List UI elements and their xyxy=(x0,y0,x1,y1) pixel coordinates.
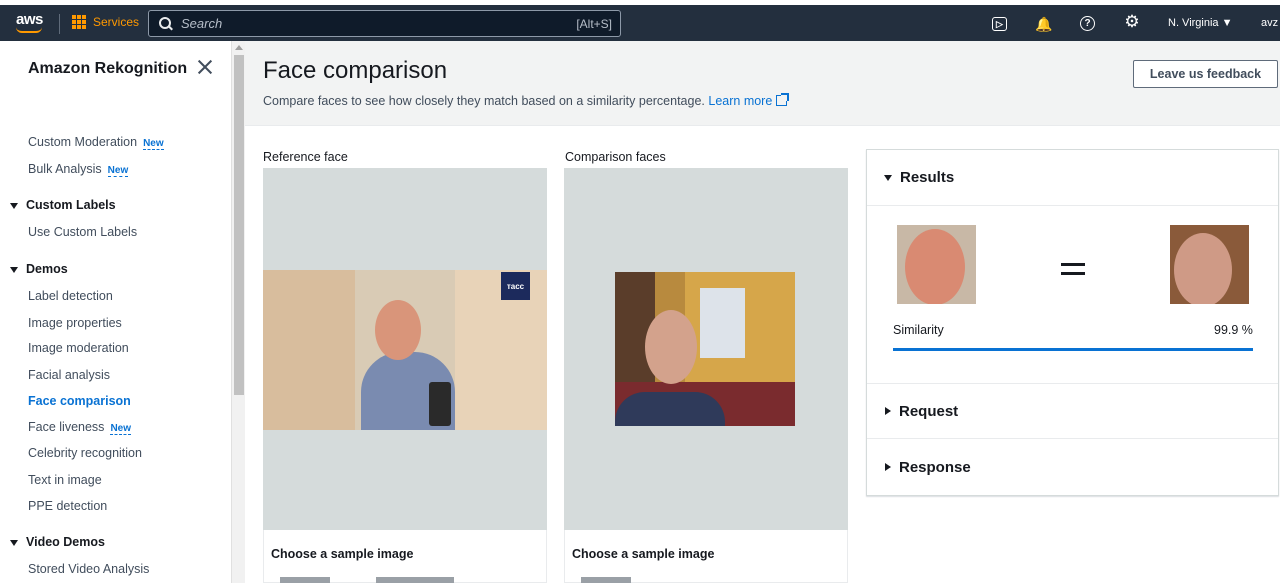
sidebar-item-bulk-analysis[interactable]: Bulk Analysis New xyxy=(28,162,129,177)
results-panel: Results Similarity 99.9 % Request Respon… xyxy=(866,149,1279,496)
section-label: Video Demos xyxy=(26,535,105,549)
scroll-up-arrow-icon[interactable] xyxy=(235,45,243,50)
comparison-face-crop xyxy=(1170,225,1249,304)
new-badge: New xyxy=(143,138,164,150)
sample-thumbnail[interactable] xyxy=(376,577,454,583)
sample-thumbnail[interactable] xyxy=(581,577,631,583)
reference-sample-chooser: Choose a sample image xyxy=(263,530,547,583)
comparison-image-panel xyxy=(564,168,848,530)
caret-down-icon xyxy=(10,202,18,209)
sample-thumbnail[interactable] xyxy=(280,577,330,583)
section-label: Demos xyxy=(26,262,68,276)
sidebar-item-face-comparison[interactable]: Face comparison xyxy=(28,394,131,408)
scrollbar-thumb[interactable] xyxy=(234,55,244,395)
search-icon xyxy=(159,16,173,31)
external-link-icon xyxy=(776,93,790,106)
caret-right-icon xyxy=(885,463,891,471)
aws-smile-icon xyxy=(16,27,42,33)
side-navigation: Amazon Rekognition Custom Moderation New … xyxy=(0,41,231,583)
learn-more-label: Learn more xyxy=(708,94,773,108)
response-section-header[interactable]: Response xyxy=(867,439,1278,495)
request-section-header[interactable]: Request xyxy=(867,383,1278,439)
search-input[interactable] xyxy=(181,16,577,31)
top-navigation-bar: aws Services [Alt+S] ▷ 🔔 ? ⚙ N. Virginia… xyxy=(0,0,1280,41)
sample-title: Choose a sample image xyxy=(271,547,414,561)
aws-logo-text: aws xyxy=(16,11,43,28)
sidebar-item-face-liveness[interactable]: Face liveness New xyxy=(28,420,131,435)
reference-photo: тасс xyxy=(263,270,547,430)
results-title: Results xyxy=(900,169,955,186)
notifications-bell-icon[interactable]: 🔔 xyxy=(1035,16,1052,32)
similarity-label: Similarity xyxy=(893,323,944,337)
response-label: Response xyxy=(899,458,971,476)
sidebar-item-celebrity-recognition[interactable]: Celebrity recognition xyxy=(28,446,142,460)
comparison-faces-label: Comparison faces xyxy=(565,150,666,164)
account-menu[interactable]: avz xyxy=(1261,17,1278,29)
caret-right-icon xyxy=(885,407,891,415)
sidebar-item-image-properties[interactable]: Image properties xyxy=(28,316,122,330)
equals-icon xyxy=(1061,263,1085,277)
similarity-progress-fill xyxy=(893,348,1253,351)
comparison-sample-chooser: Choose a sample image xyxy=(564,530,848,583)
sidebar-item-label-detection[interactable]: Label detection xyxy=(28,289,113,303)
services-menu-button[interactable]: Services xyxy=(72,15,139,29)
sidebar-section-custom-labels[interactable]: Custom Labels xyxy=(10,198,116,212)
search-box[interactable]: [Alt+S] xyxy=(148,10,621,37)
caret-down-icon xyxy=(10,539,18,546)
grid-icon xyxy=(72,15,86,29)
sidebar-item-label: Bulk Analysis xyxy=(28,162,102,176)
description-text: Compare faces to see how closely they ma… xyxy=(263,94,705,108)
main-content: Face comparison Compare faces to see how… xyxy=(245,41,1280,583)
services-label: Services xyxy=(93,15,140,29)
new-badge: New xyxy=(110,423,131,435)
similarity-progress-bar xyxy=(893,348,1253,351)
cloudshell-icon[interactable]: ▷ xyxy=(992,17,1007,31)
reference-face-crop xyxy=(897,225,976,304)
nav-divider xyxy=(59,14,60,34)
page-header: Face comparison Compare faces to see how… xyxy=(245,41,1280,126)
page-description: Compare faces to see how closely they ma… xyxy=(263,93,790,108)
reference-face-label: Reference face xyxy=(263,150,348,164)
caret-down-icon xyxy=(884,174,892,181)
page-title: Face comparison xyxy=(263,57,448,84)
sidebar-item-use-custom-labels[interactable]: Use Custom Labels xyxy=(28,225,137,239)
sidebar-item-ppe-detection[interactable]: PPE detection xyxy=(28,499,107,513)
sidebar-scrollbar[interactable] xyxy=(231,41,245,583)
sidebar-item-image-moderation[interactable]: Image moderation xyxy=(28,341,129,355)
sidebar-item-facial-analysis[interactable]: Facial analysis xyxy=(28,368,110,382)
request-label: Request xyxy=(899,402,959,420)
results-section-header[interactable]: Results xyxy=(867,150,1278,206)
help-icon[interactable]: ? xyxy=(1080,16,1095,31)
sidebar-section-demos[interactable]: Demos xyxy=(10,262,68,276)
reference-image-panel: тасс xyxy=(263,168,547,530)
sidebar-item-label: Face liveness xyxy=(28,420,105,434)
sample-title: Choose a sample image xyxy=(572,547,715,561)
sidebar-title: Amazon Rekognition xyxy=(28,60,188,77)
close-icon[interactable] xyxy=(197,59,213,75)
leave-feedback-button[interactable]: Leave us feedback xyxy=(1133,60,1278,88)
section-label: Custom Labels xyxy=(26,198,116,212)
caret-down-icon xyxy=(10,266,18,273)
sidebar-item-custom-moderation[interactable]: Custom Moderation New xyxy=(28,135,164,150)
comparison-photo xyxy=(615,272,795,426)
region-selector[interactable]: N. Virginia ▼ xyxy=(1168,17,1233,29)
sidebar-item-text-in-image[interactable]: Text in image xyxy=(28,473,102,487)
settings-gear-icon[interactable]: ⚙ xyxy=(1124,12,1140,31)
new-badge: New xyxy=(107,165,129,177)
sidebar-item-label: Custom Moderation xyxy=(28,135,138,149)
sidebar-item-stored-video-analysis[interactable]: Stored Video Analysis xyxy=(28,562,149,576)
tass-watermark: тасс xyxy=(501,272,530,300)
aws-logo[interactable]: aws xyxy=(14,11,46,35)
learn-more-link[interactable]: Learn more xyxy=(708,93,790,108)
sidebar-section-video-demos[interactable]: Video Demos xyxy=(10,535,105,549)
similarity-value: 99.9 % xyxy=(1214,323,1253,337)
search-shortcut: [Alt+S] xyxy=(576,16,612,31)
